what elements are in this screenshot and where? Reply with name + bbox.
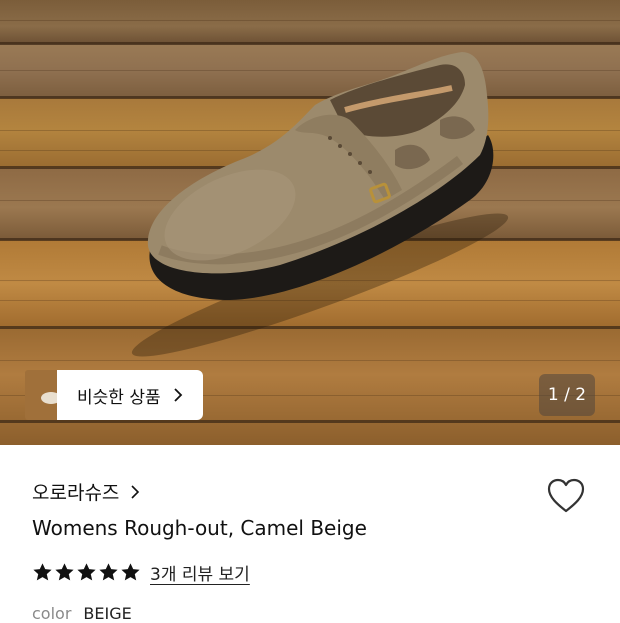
similar-products-label: 비슷한 상품 <box>77 387 161 408</box>
brand-name: 오로라슈즈 <box>32 482 120 504</box>
product-title: Womens Rough-out, Camel Beige <box>32 516 367 540</box>
brand-link[interactable]: 오로라슈즈 <box>32 478 141 505</box>
color-label: color <box>32 604 72 623</box>
chevron-right-icon <box>173 388 182 402</box>
star-filled-icon <box>33 563 52 581</box>
similar-products-button[interactable]: 비슷한 상품 <box>57 370 203 420</box>
rating-stars <box>32 562 141 583</box>
heart-outline-icon[interactable] <box>547 478 585 514</box>
image-page-indicator: 1 / 2 <box>539 374 595 416</box>
star-filled-icon <box>99 563 118 581</box>
color-option: color BEIGE <box>32 604 132 623</box>
chevron-right-icon <box>131 484 140 499</box>
color-value: BEIGE <box>83 604 132 623</box>
similar-product-thumbnail[interactable] <box>25 370 59 420</box>
star-filled-icon <box>121 563 140 581</box>
star-filled-icon <box>55 563 74 581</box>
product-image-carousel[interactable]: 비슷한 상품 1 / 2 <box>0 0 620 445</box>
reviews-link[interactable]: 3개 리뷰 보기 <box>150 560 250 585</box>
star-filled-icon <box>77 563 96 581</box>
product-rating: 3개 리뷰 보기 <box>32 560 250 585</box>
